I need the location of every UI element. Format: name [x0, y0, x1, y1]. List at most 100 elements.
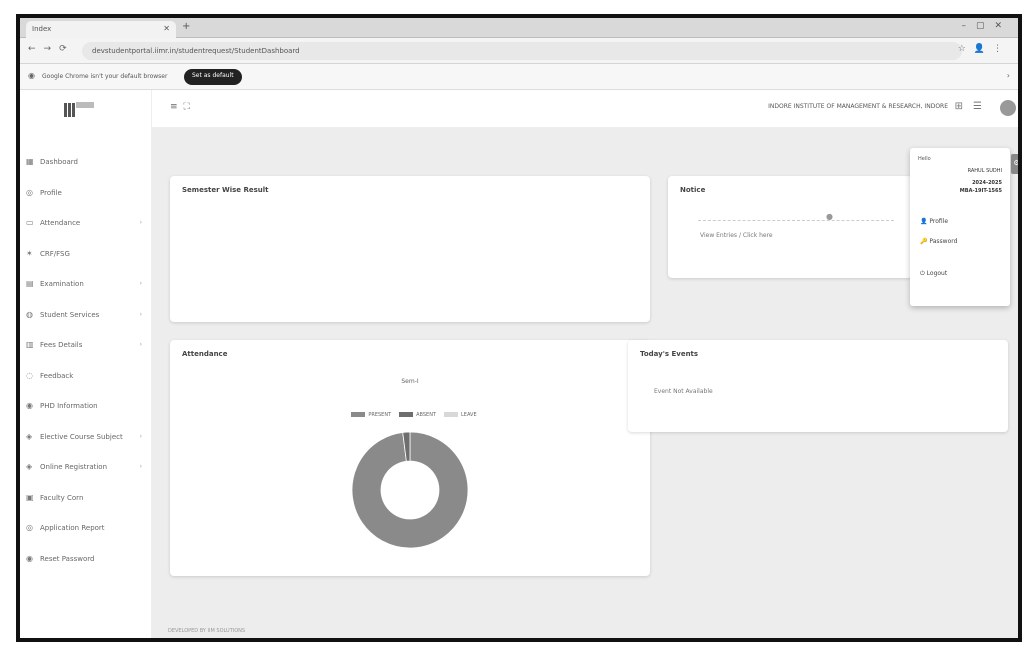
browser-tabbar: Index ✕ + –▢✕ — [20, 18, 1018, 38]
attendance-card: Attendance Sem-I PRESENT ABSENT LEAVE — [170, 340, 650, 576]
sidebar-item-label: PHD Information — [40, 402, 98, 410]
receipt-icon: ▥ — [26, 340, 34, 349]
notice-card: Notice ● View Entries / Click here — [668, 176, 912, 278]
infobar-message: Google Chrome isn't your default browser — [42, 73, 168, 80]
sidebar-item-label: CRF/FSG — [40, 249, 70, 258]
report-icon: ◎ — [26, 523, 33, 532]
new-tab-icon[interactable]: + — [182, 21, 190, 32]
user-icon: ◎ — [26, 187, 33, 197]
browser-actions[interactable]: ☆👤⋮ — [958, 44, 1010, 54]
sidebar-item[interactable]: ◉ PHD Information — [20, 394, 152, 425]
card-title: Semester Wise Result — [182, 186, 269, 194]
sidebar: ▦ Dashboard ◎ Profile ▭ Attendance › ✶ CRF/FSG ▤ E… — [20, 90, 152, 638]
faculty-icon: ▣ — [26, 492, 34, 502]
sidebar-item[interactable]: ▤ Examination › — [20, 272, 152, 303]
avatar[interactable] — [1000, 100, 1016, 116]
calendar-icon: ▭ — [26, 218, 34, 227]
sidebar-item[interactable]: ▦ Dashboard — [20, 150, 152, 181]
book-icon: ◈ — [26, 431, 33, 441]
sidebar-item-label: Attendance — [40, 219, 81, 227]
notice-icon: ● — [826, 212, 833, 221]
close-tab-icon[interactable]: ✕ — [163, 24, 170, 33]
chevron-right-icon: › — [139, 280, 142, 287]
legend-label: LEAVE — [461, 412, 477, 418]
sidebar-item[interactable]: ▣ Faculty Corn — [20, 486, 152, 517]
document-icon: ▤ — [26, 279, 34, 288]
legend-swatch — [351, 412, 366, 417]
card-title: Notice — [680, 186, 706, 194]
sidebar-item-label: Profile — [40, 188, 62, 197]
user-dropdown-menu: Hello RAHUL SUDHI 2024-2025 MBA-19IT-156… — [910, 148, 1010, 306]
legend-label: PRESENT — [368, 412, 392, 418]
legend-swatch — [444, 412, 459, 417]
notice-link[interactable]: View Entries / Click here — [700, 232, 773, 239]
service-icon: ◍ — [26, 309, 33, 319]
org-name: INDORE INSTITUTE OF MANAGEMENT & RESEARC… — [768, 103, 948, 110]
window-controls[interactable]: –▢✕ — [961, 21, 1012, 31]
sidebar-item[interactable]: ◌ Feedback — [20, 364, 152, 395]
footer-text: DEVELOPED BY IIM SOLUTIONS — [168, 628, 246, 634]
sidebar-item[interactable]: ◎ Application Report — [20, 516, 152, 547]
academic-year: 2024-2025 — [972, 180, 1002, 186]
url-text: devstudentportal.iimr.in/studentrequest/… — [92, 47, 300, 55]
menu-item-password[interactable]: 🔑 Password — [920, 238, 957, 245]
sidebar-item[interactable]: ✶ CRF/FSG — [20, 242, 152, 273]
chrome-icon: ◉ — [28, 71, 35, 80]
events-text: Event Not Available — [654, 388, 713, 395]
sidebar-item[interactable]: ◈ Elective Course Subject › — [20, 425, 152, 456]
sidebar-item-label: Application Report — [40, 524, 105, 532]
card-title: Attendance — [182, 350, 228, 358]
sidebar-item-label: Dashboard — [40, 158, 78, 166]
address-bar-row: ←→⟳ devstudentportal.iimr.in/studentrequ… — [20, 38, 1018, 64]
set-default-button[interactable]: Set as default — [184, 69, 242, 85]
chart-title: Sem-I — [401, 378, 419, 385]
tab-title: Index — [32, 25, 52, 33]
sidebar-item-label: Elective Course Subject — [40, 432, 123, 441]
sidebar-item-label: Student Services — [40, 310, 100, 319]
chevron-right-icon: › — [139, 463, 142, 470]
attendance-donut-chart — [351, 431, 469, 549]
settings-tab[interactable]: ⚙ — [1011, 154, 1018, 174]
url-input[interactable]: devstudentportal.iimr.in/studentrequest/… — [82, 42, 962, 60]
feedback-icon: ◌ — [26, 370, 33, 380]
key-icon: ◉ — [26, 553, 33, 563]
main-content: Semester Wise Result Notice ● View Entri… — [152, 128, 1018, 638]
menu-item-profile[interactable]: 👤 Profile — [920, 218, 948, 225]
sidebar-item[interactable]: ◉ Reset Password — [20, 547, 152, 578]
sidebar-item[interactable]: ◎ Profile — [20, 181, 152, 212]
today-events-card: Today's Events Event Not Available — [628, 340, 1008, 432]
sidebar-item-label: Feedback — [40, 371, 74, 380]
legend-swatch — [399, 412, 414, 417]
sidebar-item-label: Online Registration — [40, 463, 108, 471]
menu-item-logout[interactable]: ⏻ Logout — [920, 270, 947, 278]
sidebar-item[interactable]: ▭ Attendance › — [20, 211, 152, 242]
top-bar: ≡⛶ INDORE INSTITUTE OF MANAGEMENT & RESE… — [152, 90, 1018, 128]
legend-label: ABSENT — [416, 412, 437, 418]
sidebar-item-label: Reset Password — [40, 554, 95, 563]
sidebar-item[interactable]: ◈ Online Registration › — [20, 455, 152, 486]
topbar-icons[interactable]: ⊞☰ — [955, 101, 992, 112]
chevron-right-icon: › — [139, 432, 142, 440]
register-icon: ◈ — [26, 462, 33, 471]
browser-window: Index ✕ + –▢✕ ←→⟳ devstudentportal.iimr.… — [16, 14, 1022, 642]
greeting: Hello — [918, 156, 931, 162]
info-icon: ◉ — [26, 401, 33, 410]
sidebar-item[interactable]: ▥ Fees Details › — [20, 333, 152, 364]
sidebar-item-label: Examination — [40, 280, 84, 288]
nav-buttons[interactable]: ←→⟳ — [28, 44, 75, 54]
star-icon: ✶ — [26, 248, 33, 258]
chevron-right-icon: › — [139, 219, 142, 226]
sidebar-item[interactable]: ◍ Student Services › — [20, 303, 152, 334]
divider — [698, 220, 894, 221]
semester-result-card: Semester Wise Result — [170, 176, 650, 322]
chart-legend: PRESENT ABSENT LEAVE — [170, 412, 650, 418]
chevron-right-icon: › — [139, 341, 142, 348]
enrollment-number: MBA-19IT-1565 — [959, 188, 1002, 194]
sidebar-menu: ▦ Dashboard ◎ Profile ▭ Attendance › ✶ CRF/FSG ▤ E… — [20, 150, 152, 577]
infobar-close-icon[interactable]: › — [1007, 71, 1010, 80]
menu-toggle-icon[interactable]: ≡⛶ — [170, 102, 196, 112]
browser-tab[interactable]: Index ✕ — [26, 21, 176, 38]
user-name: RAHUL SUDHI — [967, 168, 1002, 174]
default-browser-infobar: ◉ Google Chrome isn't your default brows… — [20, 64, 1018, 90]
card-title: Today's Events — [640, 350, 699, 358]
